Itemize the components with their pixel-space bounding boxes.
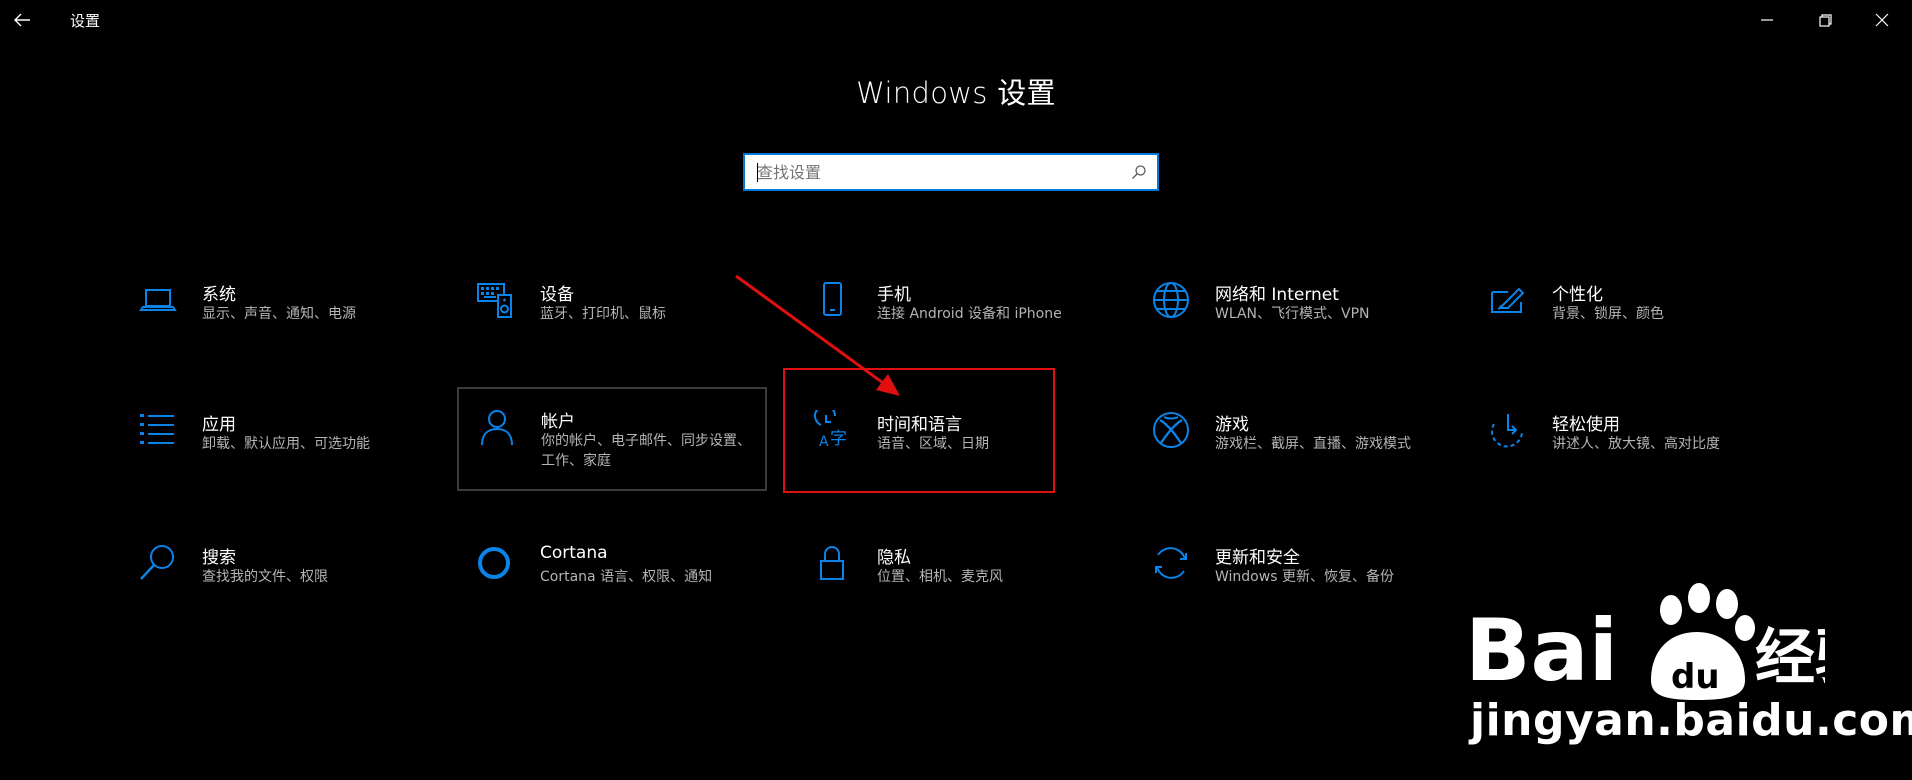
back-arrow-icon	[14, 13, 30, 27]
close-button[interactable]	[1870, 8, 1894, 32]
tile-title: 游戏	[1215, 415, 1249, 435]
svg-text:du: du	[1671, 657, 1720, 697]
close-icon	[1875, 13, 1889, 27]
tile-personalization[interactable]: 个性化 背景、锁屏、颜色	[1470, 262, 1780, 366]
tile-subtitle: Cortana 语言、权限、通知	[540, 569, 713, 585]
svg-text:A: A	[819, 434, 829, 450]
minimize-icon	[1761, 19, 1773, 21]
tile-devices[interactable]: 设备 蓝牙、打印机、鼠标	[458, 262, 768, 366]
devices-icon	[477, 283, 512, 318]
tile-subtitle: 显示、声音、通知、电源	[202, 306, 356, 322]
update-icon	[1155, 547, 1187, 579]
tile-title: 隐私	[877, 548, 911, 568]
search-input[interactable]	[757, 155, 1117, 189]
tile-subtitle: WLAN、飞行模式、VPN	[1215, 306, 1370, 322]
tile-subtitle: Windows 更新、恢复、备份	[1215, 569, 1394, 585]
restore-button[interactable]	[1813, 8, 1837, 32]
tile-network[interactable]: 网络和 Internet WLAN、飞行模式、VPN	[1133, 262, 1443, 366]
tile-subtitle: 卸载、默认应用、可选功能	[202, 436, 370, 452]
cortana-icon	[478, 547, 510, 579]
time-language-icon: A 字	[814, 410, 847, 450]
tile-title: 帐户	[541, 412, 575, 432]
tile-subtitle: 查找我的文件、权限	[202, 569, 328, 585]
tile-title: 更新和安全	[1215, 548, 1300, 568]
search-icon	[140, 545, 174, 580]
tile-title: 系统	[202, 285, 236, 305]
tile-apps[interactable]: 应用 卸载、默认应用、可选功能	[120, 392, 430, 496]
apps-list-icon	[140, 414, 174, 444]
tile-subtitle: 游戏栏、截屏、直播、游戏模式	[1215, 436, 1411, 452]
restore-icon	[1819, 14, 1832, 27]
tile-subtitle: 连接 Android 设备和 iPhone	[877, 306, 1062, 322]
tile-title: 应用	[202, 415, 236, 435]
lock-icon	[820, 546, 844, 580]
tile-title: 网络和 Internet	[1215, 285, 1339, 305]
ease-of-access-icon	[1491, 414, 1523, 448]
tile-subtitle: 蓝牙、打印机、鼠标	[540, 306, 666, 322]
settings-window: 设置 Windows 设置 查找设置 系统 显示、声音、通知、电源 设备 蓝牙、…	[0, 0, 1912, 780]
tile-gaming[interactable]: 游戏 游戏栏、截屏、直播、游戏模式	[1133, 392, 1443, 496]
tile-privacy[interactable]: 隐私 位置、相机、麦克风	[795, 525, 1105, 629]
search-icon	[1132, 165, 1146, 179]
tile-title: 时间和语言	[877, 415, 962, 435]
tile-subtitle: 讲述人、放大镜、高对比度	[1552, 436, 1720, 452]
tile-search[interactable]: 搜索 查找我的文件、权限	[120, 525, 430, 629]
svg-text:Bai: Bai	[1465, 601, 1618, 701]
tile-title: Cortana	[540, 543, 608, 563]
back-button[interactable]	[10, 8, 34, 32]
tile-subtitle: 你的帐户、电子邮件、同步设置、工作、家庭	[541, 433, 751, 469]
text-caret	[757, 163, 758, 182]
tile-cortana[interactable]: Cortana Cortana 语言、权限、通知	[458, 525, 768, 629]
svg-text:字: 字	[830, 429, 847, 449]
xbox-icon	[1153, 412, 1189, 448]
search-box[interactable]	[743, 153, 1159, 191]
tile-title: 轻松使用	[1552, 415, 1620, 435]
tile-subtitle: 背景、锁屏、颜色	[1552, 306, 1664, 322]
tile-subtitle: 语音、区域、日期	[877, 436, 989, 452]
watermark-url: jingyan.baidu.com	[1470, 695, 1912, 746]
tile-system[interactable]: 系统 显示、声音、通知、电源	[120, 262, 430, 366]
minimize-button[interactable]	[1755, 8, 1779, 32]
tile-ease-of-access[interactable]: 轻松使用 讲述人、放大镜、高对比度	[1470, 392, 1780, 496]
tile-title: 设备	[540, 285, 574, 305]
personalization-icon	[1491, 287, 1525, 313]
title-bar: 设置	[0, 0, 1912, 40]
tile-update-security[interactable]: 更新和安全 Windows 更新、恢复、备份	[1133, 525, 1443, 629]
tile-subtitle: 位置、相机、麦克风	[877, 569, 1003, 585]
window-title: 设置	[70, 12, 101, 30]
annotation-arrow-icon	[735, 274, 900, 396]
tile-title: 搜索	[202, 548, 236, 568]
svg-text:经验: 经验	[1755, 623, 1825, 693]
tile-title: 个性化	[1552, 285, 1603, 305]
tile-accounts[interactable]: 帐户 你的帐户、电子邮件、同步设置、工作、家庭	[457, 387, 767, 491]
person-icon	[481, 410, 513, 446]
page-title: Windows 设置	[856, 76, 1056, 110]
laptop-icon	[139, 289, 177, 311]
globe-icon	[1153, 282, 1189, 318]
